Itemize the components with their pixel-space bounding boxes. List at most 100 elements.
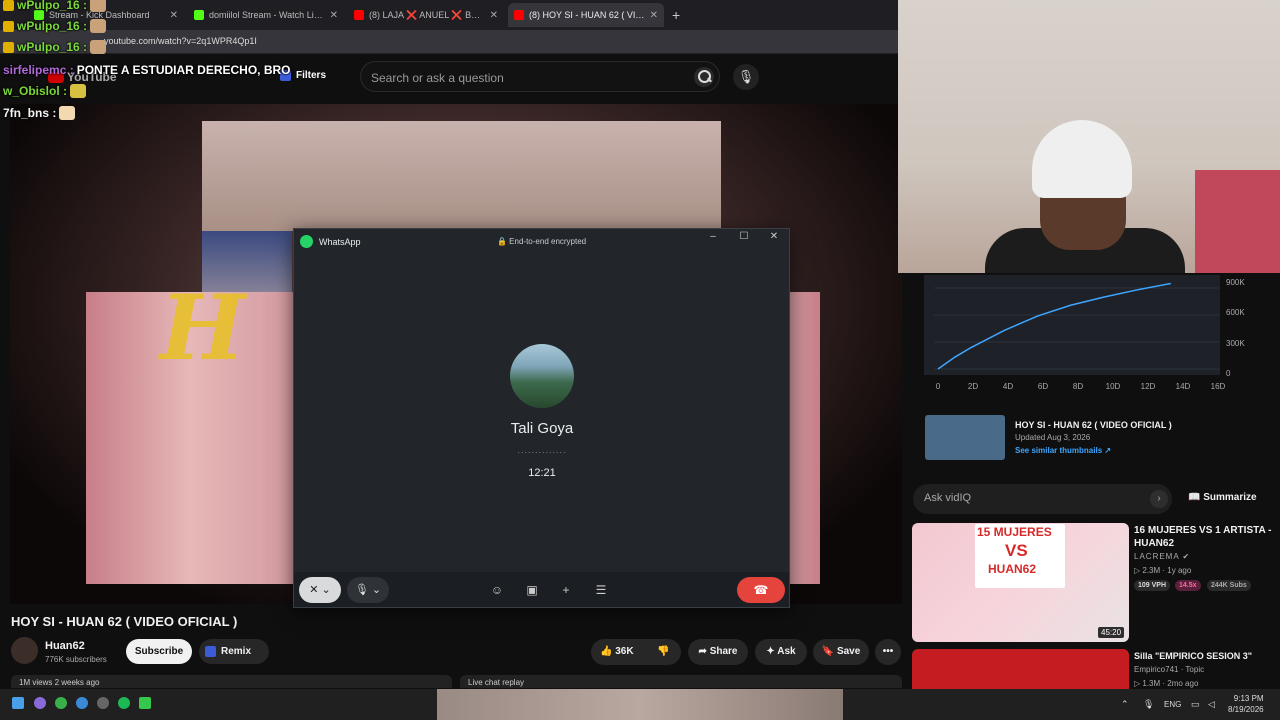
chat-message: sirfelipemc : PONTE A ESTUDIAR DERECHO, B…: [3, 63, 291, 77]
x-tick-label: 4D: [1002, 382, 1014, 391]
emote-icon: [59, 106, 76, 120]
x-tick-label: 0: [935, 382, 941, 391]
like-button[interactable]: 👍 36K: [600, 646, 634, 657]
live-chat-replay[interactable]: Live chat replay: [460, 675, 902, 688]
add-participant-icon[interactable]: +: [558, 582, 574, 598]
end-call-button[interactable]: ☎: [737, 577, 785, 603]
verified-icon: ✔: [1182, 552, 1191, 561]
youtube-icon: [354, 10, 364, 20]
y-tick-label: 600K: [1226, 308, 1245, 317]
kick-icon: [194, 10, 204, 20]
start-icon[interactable]: [12, 697, 24, 709]
thumbnail-preview[interactable]: [925, 415, 1005, 460]
mic-tray-icon[interactable]: 🎙: [1143, 699, 1154, 710]
badge-icon: [3, 41, 14, 53]
recommendation-thumbnail[interactable]: [912, 649, 1129, 689]
thumbnail-title: HOY SI - HUAN 62 ( VIDEO OFICIAL ): [1015, 420, 1172, 430]
chrome-icon[interactable]: [55, 697, 67, 709]
emote-icon: [70, 84, 87, 98]
url-text[interactable]: youtube.com/watch?v=2q1WPR4Qp1I: [104, 36, 257, 46]
chat-message: wPulpo_16 :: [3, 19, 107, 33]
video-title: HOY SI - HUAN 62 ( VIDEO OFICIAL ): [11, 614, 238, 629]
browser-tab[interactable]: domiilol Stream - Watch Live o ✕: [188, 3, 344, 27]
x-tick-label: 8D: [1072, 382, 1084, 391]
channel-name[interactable]: Huan62: [45, 640, 85, 652]
more-icon[interactable]: •••: [875, 639, 901, 665]
x-tick-label: 16D: [1210, 382, 1226, 391]
thumbnail-updated: Updated Aug 3, 2026: [1015, 433, 1091, 442]
ask-submit-icon[interactable]: ›: [1150, 490, 1168, 508]
views-graph: [934, 282, 1220, 370]
badge-icon: [3, 20, 14, 32]
x-tick-label: 12D: [1140, 382, 1156, 391]
recommendation-meta: ▷ 2.3M · 1y ago: [1134, 566, 1192, 575]
recommendation-channel[interactable]: LACREMA ✔: [1134, 552, 1190, 561]
volume-icon[interactable]: ◁: [1208, 699, 1215, 710]
more-options-icon[interactable]: ☰: [593, 582, 609, 598]
maximize-icon[interactable]: ☐: [735, 231, 753, 242]
save-button[interactable]: 🔖 Save: [813, 639, 869, 665]
chat-message: wPulpo_16 :: [3, 40, 107, 54]
ask-vidiq-input[interactable]: Ask vidIQ: [913, 484, 1172, 514]
app-icon[interactable]: [34, 697, 46, 709]
close-tab-icon[interactable]: ✕: [490, 10, 498, 21]
remix-button[interactable]: Remix: [199, 639, 269, 664]
subscribe-button[interactable]: Subscribe: [126, 639, 192, 664]
app-icon[interactable]: [97, 697, 109, 709]
emoji-icon[interactable]: ☺: [489, 582, 505, 598]
clock[interactable]: 9:13 PM 8/19/2026: [1228, 693, 1264, 715]
whatsapp-icon: [300, 235, 313, 248]
emote-icon: [90, 0, 107, 12]
browser-tab[interactable]: (8) LAJA ❌ ANUEL ❌ BABYLO✕: [348, 3, 504, 27]
summarize-button[interactable]: 📖 Summarize: [1188, 492, 1257, 503]
x-tick-label: 14D: [1175, 382, 1191, 391]
recommendation-channel[interactable]: Empirico741 · Topic: [1134, 665, 1204, 674]
vph-badge: 109 VPH: [1134, 580, 1171, 591]
y-tick-label: 0: [1226, 369, 1231, 378]
search-input[interactable]: Search or ask a question: [360, 61, 720, 92]
recommendation-title[interactable]: Silla "EMPIRICO SESION 3": [1134, 651, 1252, 661]
screen-share-icon[interactable]: ▣: [524, 582, 540, 598]
channel-avatar[interactable]: [11, 637, 38, 664]
taskbar-preview: [437, 689, 843, 720]
x-tick-label: 2D: [967, 382, 979, 391]
dislike-icon[interactable]: 👎: [657, 646, 669, 657]
close-tab-icon[interactable]: ✕: [170, 10, 178, 21]
spotify-icon[interactable]: [118, 697, 130, 709]
badge-icon: [3, 0, 14, 11]
views-curve: [937, 282, 1171, 370]
thumbnail-text: HUAN62: [988, 562, 1037, 576]
subs-badge: 244K Subs: [1207, 580, 1251, 591]
whatsapp-call-window: [293, 228, 790, 608]
webcam-background: [1195, 170, 1280, 273]
similar-thumbnails-link[interactable]: See similar thumbnails ↗: [1015, 446, 1111, 455]
x-tick-label: 6D: [1037, 382, 1049, 391]
close-tab-icon[interactable]: ✕: [650, 10, 658, 21]
multiplier-badge: 14.5x: [1175, 580, 1201, 591]
y-tick-label: 900K: [1226, 278, 1245, 287]
close-tab-icon[interactable]: ✕: [330, 10, 338, 21]
camera-off-button[interactable]: ✕ ⌄: [299, 577, 341, 603]
youtube-icon: [514, 10, 524, 20]
network-icon[interactable]: ▭: [1191, 699, 1200, 710]
whatsapp-title: WhatsApp: [300, 235, 361, 248]
browser-tab-active[interactable]: (8) HOY SI - HUAN 62 ( VIDEO O✕: [508, 3, 664, 27]
call-timer: 12:21: [528, 467, 556, 479]
close-icon[interactable]: ✕: [765, 231, 783, 242]
contact-avatar: [510, 344, 574, 408]
encryption-label: 🔒 End-to-end encrypted: [497, 237, 587, 246]
search-icon[interactable]: [694, 67, 714, 87]
ask-button[interactable]: ✦ Ask: [755, 639, 807, 665]
share-button[interactable]: ➦ Share: [688, 639, 748, 665]
app-icon[interactable]: [139, 697, 151, 709]
language-indicator[interactable]: ENG: [1164, 700, 1181, 709]
emote-icon: [90, 40, 107, 54]
x-tick-label: 10D: [1105, 382, 1121, 391]
app-icon[interactable]: [76, 697, 88, 709]
recommendation-title[interactable]: 16 MUJERES VS 1 ARTISTA - HUAN62: [1134, 524, 1274, 550]
minimize-icon[interactable]: –: [704, 231, 722, 242]
tray-chevron-icon[interactable]: ⌃: [1121, 699, 1129, 710]
microphone-icon[interactable]: 🎙: [733, 64, 759, 90]
microphone-button[interactable]: 🎙 ⌄: [347, 577, 389, 603]
new-tab-button[interactable]: +: [672, 7, 680, 23]
